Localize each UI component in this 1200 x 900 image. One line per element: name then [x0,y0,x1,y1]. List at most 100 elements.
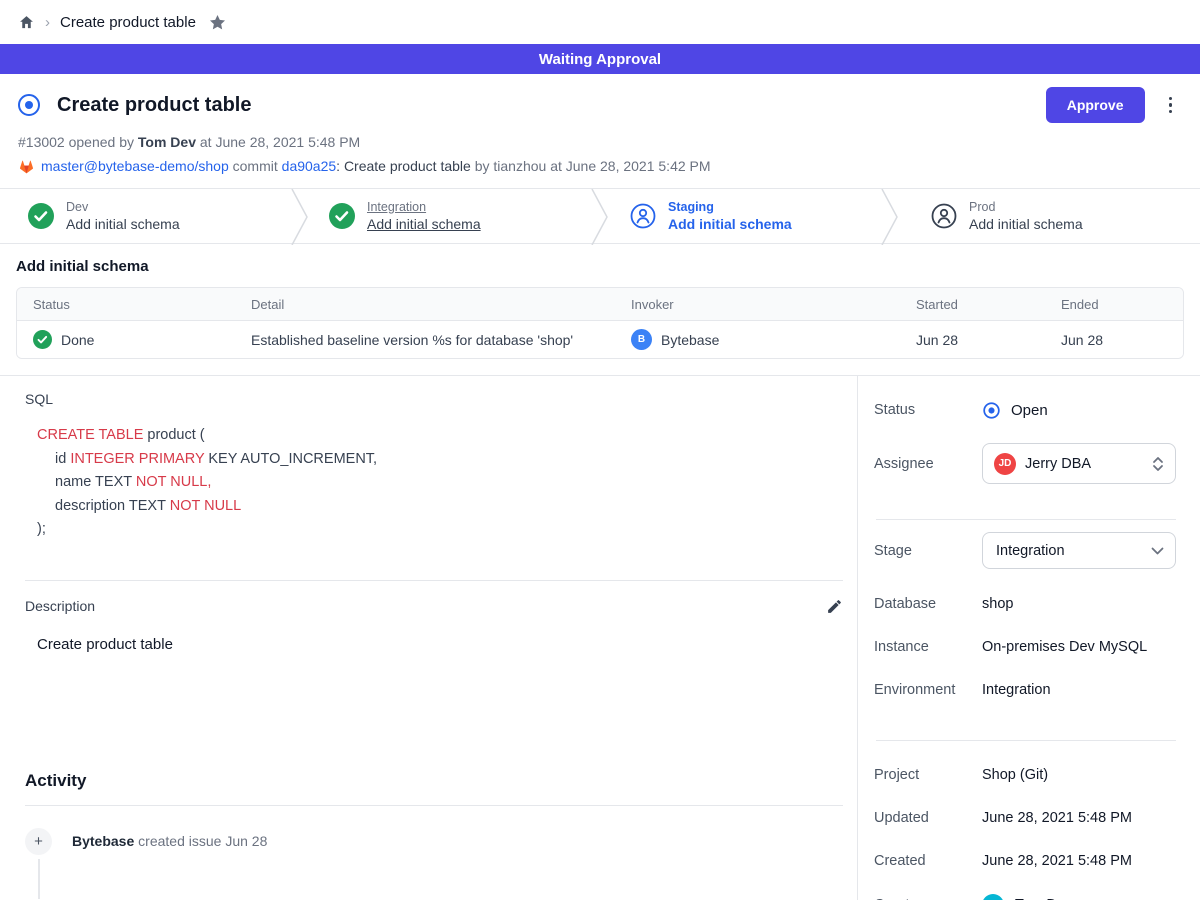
assignee-label: Assignee [874,456,982,472]
stage-value: Integration [996,543,1142,559]
activity-plus-icon: + [25,828,52,855]
issue-meta: #13002 opened by Tom Dev at June 28, 202… [18,134,1184,150]
stage-dev[interactable]: Dev Add initial schema [0,189,297,243]
commit-branch-link[interactable]: master@bytebase-demo/shop [41,158,229,174]
task-done-check-icon [33,330,52,349]
stage-done-check-icon [28,203,54,229]
commit-author-time: by tianzhou at June 28, 2021 5:42 PM [475,158,711,174]
commit-hash-link[interactable]: da90a25 [282,158,337,174]
section-divider [25,580,843,581]
description-body: Create product table [37,636,843,653]
stage-label: Stage [874,543,982,559]
breadcrumb: › Create product table [0,0,1200,44]
issue-open-time: at June 28, 2021 5:48 PM [200,134,360,150]
timeline-line [38,859,40,899]
instance-label: Instance [874,639,982,655]
created-value: June 28, 2021 5:48 PM [982,853,1176,869]
home-icon[interactable] [18,14,35,31]
open-status-icon [982,401,1001,420]
assignee-select[interactable]: JD Jerry DBA [982,443,1176,484]
task-started: Jun 28 [900,332,1045,348]
invoker-avatar: B [631,329,652,350]
stage-env-label: Prod [969,199,1083,215]
task-ended: Jun 28 [1045,332,1183,348]
creator-avatar: TD [982,894,1004,900]
col-status: Status [17,297,235,312]
col-started: Started [900,297,1045,312]
more-actions-icon[interactable] [1165,93,1177,118]
activity-action: created issue Jun 28 [138,833,267,849]
stage-env-label: Dev [66,199,180,215]
edit-pencil-icon[interactable] [826,598,843,615]
stage-env-label: Staging [668,199,792,215]
project-label: Project [874,767,982,783]
stage-separator-icon [289,189,311,245]
activity-heading: Activity [25,771,843,791]
sql-line: ); [37,518,843,542]
issue-sidebar: Status Open Assignee JD Jerry DBA Stage [857,376,1200,900]
col-detail: Detail [235,297,615,312]
database-value: shop [982,596,1176,612]
sql-label: SQL [25,391,843,407]
stage-pending-person-icon [630,203,656,229]
stage-done-check-icon [329,203,355,229]
environment-value: Integration [982,682,1176,698]
pipeline-stage-bar: Dev Add initial schema Integration Add i… [0,188,1200,244]
sidebar-divider [876,740,1176,741]
issue-id-opened: #13002 opened by [18,134,134,150]
stage-task-label: Add initial schema [969,215,1083,233]
sql-code-block: CREATE TABLE product ( id INTEGER PRIMAR… [37,424,843,542]
stage-task-label: Add initial schema [668,215,792,233]
gitlab-icon [18,158,35,174]
task-table: Status Detail Invoker Started Ended Done… [16,287,1184,359]
stage-staging[interactable]: Staging Add initial schema [598,189,899,243]
stage-task-label: Add initial schema [367,215,481,233]
approve-button[interactable]: Approve [1046,87,1145,123]
breadcrumb-page-title: Create product table [60,14,196,31]
col-invoker: Invoker [615,297,900,312]
breadcrumb-separator-icon: › [45,14,50,31]
task-invoker: Bytebase [661,332,719,348]
sql-line: description TEXT NOT NULL [37,495,843,519]
stage-prod[interactable]: Prod Add initial schema [899,189,1200,243]
updated-value: June 28, 2021 5:48 PM [982,810,1176,826]
commit-word: commit [233,158,278,174]
sql-line: name TEXT NOT NULL, [37,471,843,495]
favorite-star-icon[interactable] [206,13,227,32]
task-table-header: Status Detail Invoker Started Ended [17,288,1183,321]
issue-open-status-icon [16,92,42,118]
activity-divider [25,805,843,806]
description-label: Description [25,598,95,614]
task-detail: Established baseline version %s for data… [235,332,615,348]
project-value: Shop (Git) [982,767,1176,783]
approval-banner-text: Waiting Approval [539,51,661,68]
updated-label: Updated [874,810,982,826]
stage-select[interactable]: Integration [982,532,1176,569]
task-status: Done [61,332,94,348]
stage-separator-icon [589,189,611,245]
stage-task-label: Add initial schema [66,215,180,233]
stage-integration[interactable]: Integration Add initial schema [297,189,598,243]
activity-actor: Bytebase [72,833,134,849]
stage-pending-person-icon [931,203,957,229]
instance-value: On-premises Dev MySQL [982,639,1176,655]
task-table-row[interactable]: Done Established baseline version %s for… [17,321,1183,358]
issue-header: Create product table Approve #13002 open… [0,74,1200,188]
updown-chevron-icon [1152,456,1164,472]
sql-line: CREATE TABLE product ( [37,424,843,448]
approval-banner: Waiting Approval [0,44,1200,74]
commit-line: master@bytebase-demo/shop commit da90a25… [18,158,1184,174]
task-section-heading: Add initial schema [16,258,1184,275]
sql-line: id INTEGER PRIMARY KEY AUTO_INCREMENT, [37,448,843,472]
issue-title: Create product table [57,94,251,117]
status-label: Status [874,402,982,418]
assignee-value: Jerry DBA [1025,456,1143,472]
commit-message: : Create product table [336,158,471,174]
task-section: Add initial schema Status Detail Invoker… [0,244,1200,376]
database-label: Database [874,596,982,612]
col-ended: Ended [1045,297,1183,312]
created-label: Created [874,853,982,869]
issue-opener: Tom Dev [138,134,196,150]
stage-env-label: Integration [367,199,481,215]
status-value: Open [1011,402,1048,419]
